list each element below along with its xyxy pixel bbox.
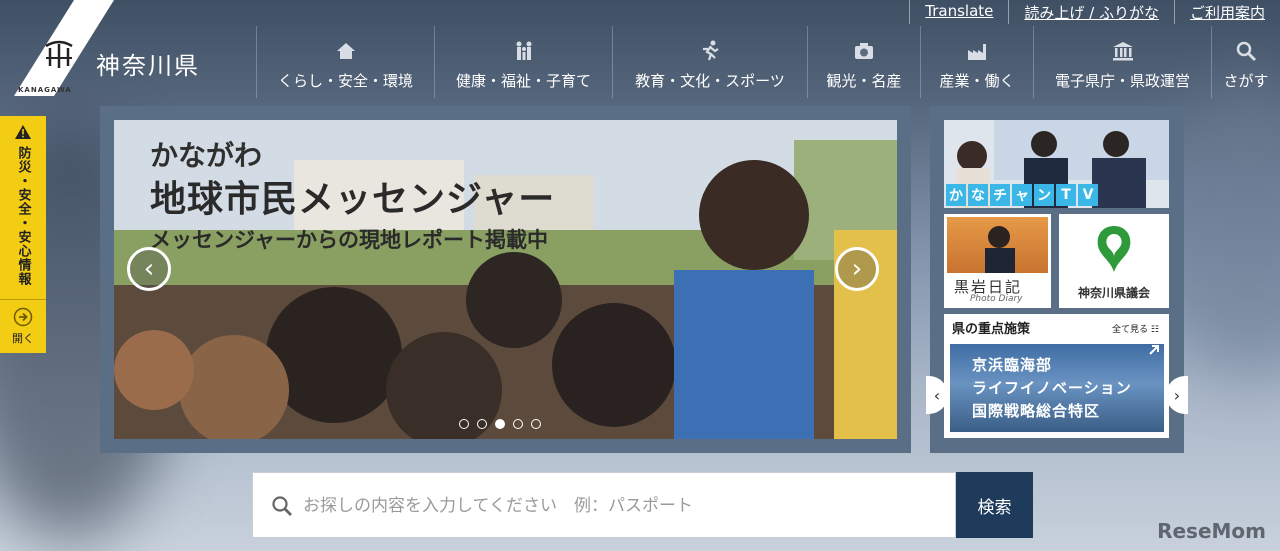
assembly-label: 神奈川県議会 bbox=[1077, 286, 1150, 300]
translate-link[interactable]: Translate bbox=[909, 0, 1008, 24]
hero-next-button[interactable]: › bbox=[835, 247, 879, 291]
camera-icon bbox=[855, 43, 873, 59]
runner-icon bbox=[703, 40, 719, 61]
slide-dot[interactable] bbox=[513, 419, 523, 429]
nav-label: 教育・文化・スポーツ bbox=[635, 72, 785, 90]
nav-label: さがす bbox=[1223, 72, 1269, 90]
assembly-tile[interactable]: 神奈川県議会 bbox=[1059, 214, 1169, 308]
search-icon bbox=[272, 496, 292, 516]
site-search bbox=[252, 472, 956, 539]
family-icon bbox=[516, 41, 531, 60]
disaster-info-label: 防災・安全・安心情報 bbox=[15, 146, 31, 286]
nav-item-education[interactable]: 教育・文化・スポーツ bbox=[612, 26, 807, 98]
search-input[interactable] bbox=[301, 473, 945, 539]
hero-prev-button[interactable]: ‹ bbox=[127, 247, 171, 291]
nav-label: 産業・働く bbox=[939, 72, 1015, 90]
nav-label: くらし・安全・環境 bbox=[277, 72, 413, 90]
grid-icon: ☷ bbox=[1150, 325, 1159, 335]
disaster-open-label: 開く bbox=[12, 331, 34, 345]
tv-title: かなチャンTV bbox=[946, 184, 1098, 206]
tv-title-char: V bbox=[1078, 184, 1098, 206]
read-aloud-link[interactable]: 読み上げ / ふりがな bbox=[1008, 0, 1174, 24]
hero-subtitle: メッセンジャーからの現地レポート掲載中 bbox=[150, 228, 548, 252]
slide-dot[interactable] bbox=[495, 419, 505, 429]
policy-line-2: ライフイノベーション bbox=[972, 379, 1132, 397]
see-all-link[interactable]: 全て見る ☷ bbox=[1112, 322, 1159, 335]
slide-dot[interactable] bbox=[477, 419, 487, 429]
side-panel: かなチャンTV 黒岩日記 Photo Diary 神奈川県議会 県の重点施策 全… bbox=[930, 106, 1184, 453]
kana-chan-tv-banner[interactable]: かなチャンTV bbox=[944, 120, 1169, 208]
diary-portrait bbox=[985, 226, 1015, 273]
disaster-info-link[interactable]: 防災・安全・安心情報 bbox=[0, 116, 46, 300]
policy-line-3: 国際戦略総合特区 bbox=[972, 402, 1101, 420]
photo-diary-tile[interactable]: 黒岩日記 Photo Diary bbox=[944, 214, 1051, 308]
tv-title-char: T bbox=[1056, 184, 1076, 206]
warning-icon bbox=[15, 125, 31, 139]
nav-item-industry[interactable]: 産業・働く bbox=[920, 26, 1033, 98]
hero-slide-image[interactable]: かながわ 地球市民メッセンジャー メッセンジャーからの現地レポート掲載中 bbox=[114, 120, 897, 439]
tv-title-char: か bbox=[946, 184, 966, 206]
diary-subtitle: Photo Diary bbox=[970, 294, 1023, 304]
policy-heading: 県の重点施策 bbox=[952, 322, 1031, 337]
tv-title-char: チ bbox=[990, 184, 1010, 206]
policy-line-1: 京浜臨海部 bbox=[972, 356, 1053, 374]
main-nav: くらし・安全・環境 健康・福祉・子育て 教育・文化・スポーツ 観光・名産 産業・… bbox=[256, 26, 1280, 98]
watermark-logo: ReseMom bbox=[1157, 519, 1266, 543]
prefecture-emblem-icon bbox=[45, 40, 73, 68]
tv-title-char: な bbox=[968, 184, 988, 206]
chevron-left-icon: ‹ bbox=[933, 385, 941, 405]
site-logo[interactable]: KANAGAWA 神奈川県 bbox=[0, 0, 250, 100]
nav-label: 健康・福祉・子育て bbox=[455, 72, 591, 90]
external-arrow-icon bbox=[1149, 345, 1159, 355]
nav-item-tourism[interactable]: 観光・名産 bbox=[807, 26, 920, 98]
disaster-info-tab[interactable]: 防災・安全・安心情報 開く bbox=[0, 116, 46, 353]
tv-title-char: ャ bbox=[1012, 184, 1032, 206]
slide-indicators bbox=[459, 419, 541, 429]
assembly-emblem-icon bbox=[1097, 226, 1131, 272]
diary-photo bbox=[947, 217, 1048, 273]
key-policy-tile[interactable]: 県の重点施策 全て見る ☷ 京浜臨海部 ライフイノベーション 国際戦略総合特区 bbox=[944, 314, 1169, 438]
hero-title-small: かながわ bbox=[150, 139, 263, 172]
factory-icon bbox=[968, 44, 986, 60]
logo-english: KANAGAWA bbox=[18, 86, 72, 94]
chevron-right-icon: › bbox=[1173, 385, 1181, 405]
utility-bar: Translate 読み上げ / ふりがな ご利用案内 bbox=[909, 0, 1280, 24]
tv-title-char: ン bbox=[1034, 184, 1054, 206]
nav-item-government[interactable]: 電子県庁・県政運営 bbox=[1033, 26, 1211, 98]
search-button[interactable]: 検索 bbox=[956, 472, 1033, 538]
usage-guide-link[interactable]: ご利用案内 bbox=[1173, 0, 1280, 24]
arrow-right-circle-icon bbox=[13, 307, 33, 326]
site-title: 神奈川県 bbox=[96, 52, 200, 80]
slide-dot[interactable] bbox=[531, 419, 541, 429]
government-building-icon bbox=[1112, 42, 1133, 61]
slide-dot[interactable] bbox=[459, 419, 469, 429]
chevron-left-icon: ‹ bbox=[143, 254, 155, 284]
house-icon bbox=[336, 43, 355, 59]
disaster-open-button[interactable]: 開く bbox=[0, 300, 46, 352]
search-icon bbox=[1236, 41, 1257, 62]
nav-label: 観光・名産 bbox=[826, 72, 902, 90]
hero-title-large: 地球市民メッセンジャー bbox=[150, 179, 556, 220]
policy-banner[interactable]: 京浜臨海部 ライフイノベーション 国際戦略総合特区 bbox=[950, 344, 1164, 432]
nav-label: 電子県庁・県政運営 bbox=[1054, 72, 1190, 90]
chevron-right-icon: › bbox=[851, 254, 863, 284]
hero-slider: かながわ 地球市民メッセンジャー メッセンジャーからの現地レポート掲載中 bbox=[100, 106, 911, 453]
nav-item-health[interactable]: 健康・福祉・子育て bbox=[434, 26, 612, 98]
nav-item-living[interactable]: くらし・安全・環境 bbox=[256, 26, 434, 98]
nav-item-search[interactable]: さがす bbox=[1211, 26, 1280, 98]
